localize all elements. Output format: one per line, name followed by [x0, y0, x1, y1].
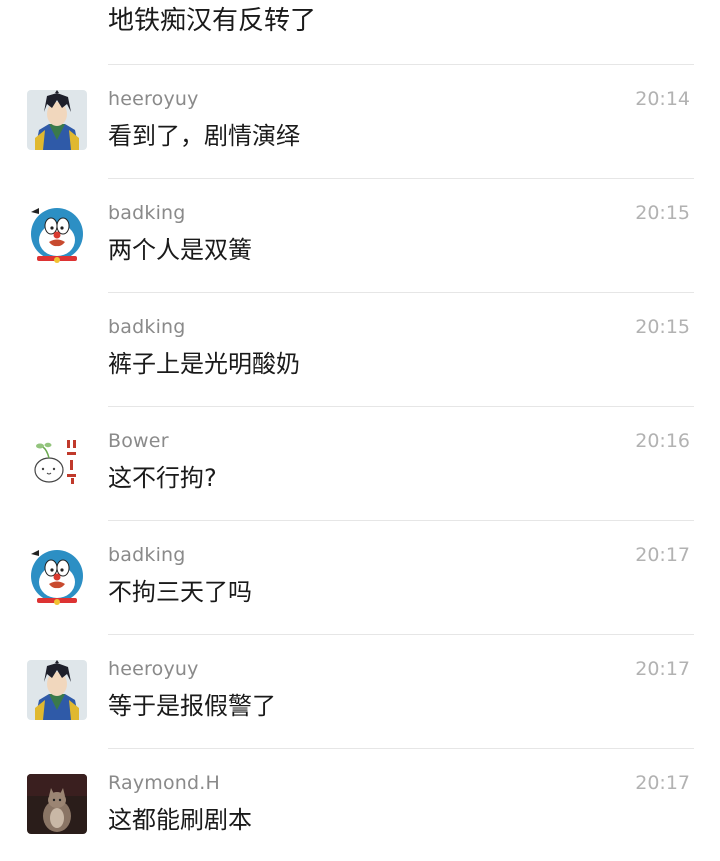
username[interactable]: heeroyuy	[108, 87, 199, 111]
message-text: 看到了，剧情演绎	[108, 122, 300, 150]
chat-thread: 地铁痴汉有反转了 heeroyuy 20:14 看到了，剧情演绎 badking…	[0, 0, 720, 854]
message-text: 地铁痴汉有反转了	[108, 6, 317, 36]
message-text: 这不行拘?	[108, 464, 217, 492]
timestamp: 20:17	[635, 658, 690, 680]
username[interactable]: Raymond.H	[108, 771, 220, 795]
list-item[interactable]: badking 20:17 不拘三天了吗	[0, 520, 720, 633]
sprout-doodle-icon	[27, 432, 87, 492]
message-text: 裤子上是光明酸奶	[108, 350, 300, 378]
anime-character-icon	[27, 660, 87, 720]
avatar[interactable]	[27, 432, 87, 492]
avatar[interactable]	[27, 90, 87, 150]
username[interactable]: Bower	[108, 429, 169, 453]
username[interactable]: badking	[108, 543, 186, 567]
cat-photo-icon	[27, 774, 87, 834]
avatar[interactable]	[27, 660, 87, 720]
timestamp: 20:17	[635, 544, 690, 566]
message-text: 不拘三天了吗	[108, 578, 252, 606]
timestamp: 20:16	[635, 430, 690, 452]
doraemon-icon	[27, 546, 87, 606]
list-item[interactable]: heeroyuy 20:17 等于是报假警了	[0, 634, 720, 747]
list-item[interactable]: heeroyuy 20:14 看到了，剧情演绎	[0, 64, 720, 177]
username[interactable]: badking	[108, 201, 186, 225]
message-text: 两个人是双簧	[108, 236, 252, 264]
message-text: 这都能刷剧本	[108, 806, 252, 834]
timestamp: 20:14	[635, 88, 690, 110]
timestamp: 20:15	[635, 202, 690, 224]
avatar[interactable]	[27, 546, 87, 606]
username[interactable]: badking	[108, 315, 186, 339]
doraemon-icon	[27, 204, 87, 264]
message-text: 等于是报假警了	[108, 692, 276, 720]
list-item[interactable]: Bower 20:16 这不行拘?	[0, 406, 720, 519]
timestamp: 20:17	[635, 772, 690, 794]
username[interactable]: heeroyuy	[108, 657, 199, 681]
list-item[interactable]: Raymond.H 20:17 这都能刷剧本	[0, 748, 720, 861]
avatar[interactable]	[27, 204, 87, 264]
anime-character-icon	[27, 90, 87, 150]
list-item[interactable]: badking 20:15 裤子上是光明酸奶	[0, 292, 720, 405]
list-item[interactable]: badking 20:15 两个人是双簧	[0, 178, 720, 291]
avatar[interactable]	[27, 774, 87, 834]
timestamp: 20:15	[635, 316, 690, 338]
